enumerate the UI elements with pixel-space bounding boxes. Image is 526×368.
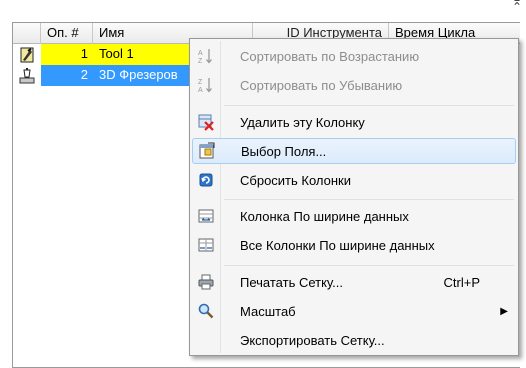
- column-header-op-number[interactable]: Оп. #: [41, 23, 93, 44]
- menu-item-reset-columns[interactable]: Сбросить Колонки: [192, 167, 516, 193]
- menu-separator: [224, 199, 514, 200]
- field-chooser-icon: [193, 138, 221, 164]
- sort-descending-icon: Z A: [192, 72, 220, 98]
- menu-item-sort-ascending[interactable]: A Z Сортировать по Возрастанию: [192, 43, 516, 69]
- best-fit-column-icon: [192, 203, 220, 229]
- best-fit-all-columns-icon: [192, 232, 220, 258]
- op-number-cell: 2: [41, 65, 93, 86]
- svg-text:Z: Z: [198, 58, 203, 65]
- menu-item-field-chooser[interactable]: Выбор Поля...: [192, 138, 516, 164]
- menu-item-label: Выбор Поля...: [241, 143, 327, 159]
- menu-item-label: Экспортировать Сетку...: [240, 332, 385, 348]
- menu-item-label: Сортировать по Возрастанию: [240, 48, 420, 64]
- menu-item-print-grid[interactable]: Печатать Сетку... Ctrl+P: [192, 269, 516, 295]
- menu-item-label: Все Колонки По ширине данных: [240, 237, 435, 253]
- reset-columns-icon: [192, 167, 220, 193]
- sort-ascending-icon: A Z: [192, 43, 220, 69]
- menu-item-label: Сортировать по Убыванию: [240, 77, 403, 93]
- milling-operation-icon: [13, 65, 41, 86]
- submenu-arrow-icon: ▶: [500, 305, 508, 317]
- column-context-menu: A Z Сортировать по Возрастанию Z A Сорти…: [189, 38, 519, 356]
- zoom-icon: [192, 298, 220, 324]
- corner-glyph: ⌅: [511, 0, 522, 8]
- shortcut-label: Ctrl+P: [443, 274, 480, 290]
- top-strip: ⌅: [0, 0, 526, 22]
- menu-item-zoom[interactable]: Масштаб ▶: [192, 298, 516, 324]
- menu-item-sort-descending[interactable]: Z A Сортировать по Убыванию: [192, 72, 516, 98]
- print-icon: [192, 269, 220, 295]
- menu-item-label: Сбросить Колонки: [240, 172, 352, 188]
- menu-item-label: Масштаб: [240, 303, 296, 319]
- menu-item-best-fit-column[interactable]: Колонка По ширине данных: [192, 203, 516, 229]
- menu-item-label: Колонка По ширине данных: [240, 208, 409, 224]
- menu-item-export-grid[interactable]: Экспортировать Сетку...: [192, 327, 516, 353]
- menu-item-label: Удалить эту Колонку: [240, 114, 365, 130]
- menu-separator: [224, 105, 514, 106]
- name-cell: 3D Фрезеров: [93, 65, 203, 86]
- svg-text:A: A: [198, 87, 203, 94]
- svg-text:A: A: [198, 50, 203, 57]
- delete-column-icon: [192, 109, 220, 135]
- tool-holder-icon: [13, 44, 41, 65]
- menu-separator: [224, 265, 514, 266]
- svg-text:Z: Z: [198, 79, 203, 86]
- menu-item-label: Печатать Сетку...: [240, 274, 343, 290]
- column-header-icon[interactable]: [13, 23, 41, 44]
- menu-item-best-fit-all-columns[interactable]: Все Колонки По ширине данных: [192, 232, 516, 258]
- name-cell: Tool 1: [93, 44, 203, 65]
- op-number-cell: 1: [41, 44, 93, 65]
- menu-item-delete-column[interactable]: Удалить эту Колонку: [192, 109, 516, 135]
